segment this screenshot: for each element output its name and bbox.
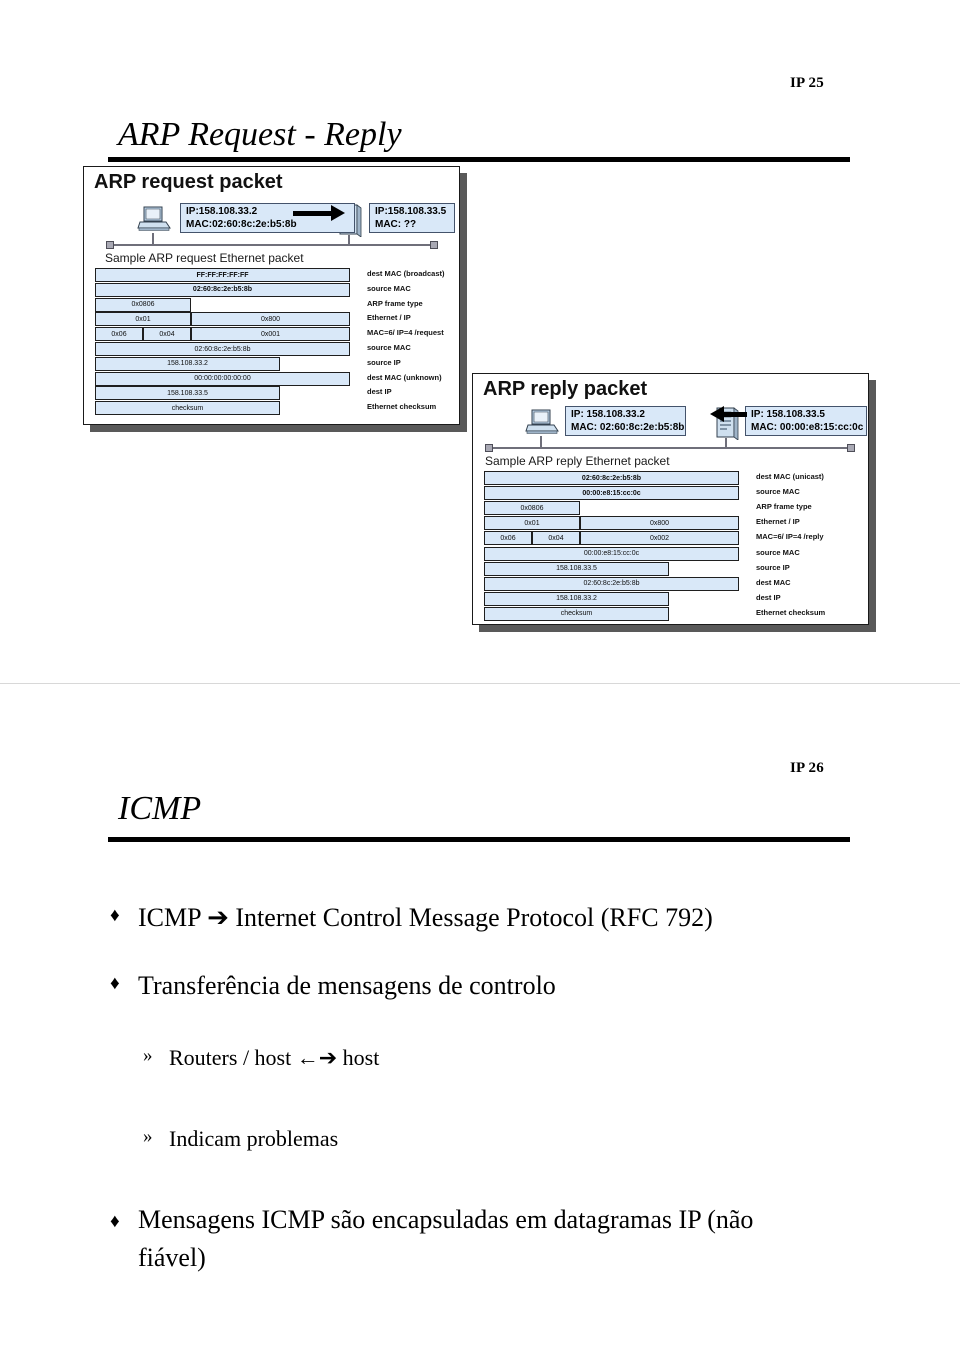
bullet-text: Indicam problemas bbox=[169, 1126, 339, 1151]
bullet-text: ICMP ➔ Internet Control Message Protocol… bbox=[138, 903, 713, 932]
packet-field: 158.108.33.2 bbox=[484, 591, 669, 606]
arp-reply-heading: ARP reply packet bbox=[483, 378, 648, 400]
reply-host-ip: IP: 158.108.33.2 bbox=[571, 409, 645, 420]
packet-field: FF:FF:FF:FF:FF bbox=[95, 268, 350, 282]
packet-field: 0x01 bbox=[95, 312, 191, 327]
slide-arp-request-reply: IP 25 ARP Request - Reply ARP request pa… bbox=[0, 0, 960, 683]
packet-field-annotation: source IP bbox=[367, 357, 401, 367]
packet-field-annotation: dest MAC (unknown) bbox=[367, 372, 442, 382]
request-host-infobox: IP:158.108.33.2 MAC:02:60:8c:2e:b5:8b bbox=[180, 203, 355, 233]
packet-field: 0x04 bbox=[143, 327, 191, 342]
reply-host-mac: MAC: 02:60:8c:2e:b5:8b bbox=[571, 422, 685, 433]
ethernet-bus bbox=[485, 444, 855, 452]
bullet-marker-diamond: ♦ bbox=[110, 905, 120, 926]
packet-field-annotation: dest IP bbox=[756, 592, 781, 602]
packet-field: 158.108.33.2 bbox=[95, 356, 280, 371]
packet-field: 0x06 bbox=[95, 327, 143, 342]
packet-field-annotation: Ethernet / IP bbox=[756, 517, 800, 527]
title-underline bbox=[108, 157, 850, 162]
packet-field-annotation: source MAC bbox=[756, 487, 800, 497]
bullet-marker-guillemet: » bbox=[143, 1045, 153, 1066]
packet-field-annotation: ARP frame type bbox=[756, 502, 812, 512]
packet-field-annotation: ARP frame type bbox=[367, 298, 423, 308]
packet-field-annotation: Ethernet / IP bbox=[367, 313, 411, 323]
request-target-infobox: IP:158.108.33.5 MAC: ?? bbox=[369, 203, 455, 233]
packet-field: 0x01 bbox=[484, 516, 580, 531]
packet-field-annotation: Ethernet checksum bbox=[367, 402, 437, 412]
request-target-ip: IP:158.108.33.5 bbox=[375, 206, 447, 217]
packet-field-annotation: dest MAC (unicast) bbox=[756, 472, 824, 481]
packet-field-annotation: MAC=6/ IP=4 /request bbox=[367, 328, 444, 338]
page-title: ICMP bbox=[118, 790, 202, 827]
page-title: ARP Request - Reply bbox=[118, 116, 402, 153]
packet-field-annotation: MAC=6/ IP=4 /reply bbox=[756, 532, 824, 542]
packet-field: 02:60:8c:2e:b5:8b bbox=[484, 471, 739, 485]
packet-field: 0x04 bbox=[532, 531, 580, 546]
slide-number: IP 26 bbox=[790, 760, 824, 776]
arp-request-heading: ARP request packet bbox=[94, 171, 283, 193]
packet-field-annotation: source MAC bbox=[756, 547, 800, 557]
packet-field: 0x800 bbox=[580, 516, 739, 531]
slide-icmp: IP 26 ICMP ♦ ICMP ➔ Internet Control Mes… bbox=[0, 684, 960, 1367]
bullet-text: Routers / host ←➔ host bbox=[169, 1045, 380, 1070]
packet-field-annotation: Ethernet checksum bbox=[756, 607, 826, 617]
reply-target-infobox: IP: 158.108.33.5 MAC: 00:00:e8:15:cc:0c bbox=[745, 406, 867, 436]
reply-sample-label: Sample ARP reply Ethernet packet bbox=[485, 454, 670, 468]
bullet-marker-guillemet: » bbox=[143, 1126, 153, 1147]
packet-field: 00:00:e8:15:cc:0c bbox=[484, 486, 739, 501]
request-target-mac: MAC: ?? bbox=[375, 219, 417, 230]
reply-target-mac: MAC: 00:00:e8:15:cc:0c bbox=[751, 422, 864, 433]
packet-field: 02:60:8c:2e:b5:8b bbox=[484, 576, 739, 591]
packet-field: checksum bbox=[484, 606, 669, 621]
packet-field-annotation: source IP bbox=[756, 562, 790, 572]
bullet-text: Transferência de mensagens de controlo bbox=[138, 971, 556, 1000]
slide-number: IP 25 bbox=[790, 75, 824, 91]
packet-field: 158.108.33.5 bbox=[95, 386, 280, 401]
reply-target-ip: IP: 158.108.33.5 bbox=[751, 409, 825, 420]
packet-field: 158.108.33.5 bbox=[484, 561, 669, 576]
arp-reply-panel: ARP reply packet IP: 158.108.33.2 MAC: 0… bbox=[472, 373, 869, 625]
reply-host-infobox: IP: 158.108.33.2 MAC: 02:60:8c:2e:b5:8b bbox=[565, 406, 686, 436]
title-underline bbox=[108, 837, 850, 842]
ethernet-bus bbox=[106, 241, 438, 249]
packet-field-annotation: dest MAC bbox=[756, 577, 791, 587]
packet-field: 0x0806 bbox=[484, 501, 580, 516]
packet-field: 0x0806 bbox=[95, 297, 191, 312]
packet-field: 00:00:00:00:00:00 bbox=[95, 371, 350, 386]
packet-field: 0x06 bbox=[484, 531, 532, 546]
packet-field-annotation: source MAC bbox=[367, 343, 411, 352]
bullet-marker-diamond: ♦ bbox=[110, 1211, 120, 1232]
packet-field-annotation: source MAC bbox=[367, 283, 411, 293]
laptop-icon bbox=[137, 206, 171, 231]
packet-field-annotation: dest IP bbox=[367, 387, 392, 397]
packet-field: 00:00:e8:15:cc:0c bbox=[484, 546, 739, 561]
packet-field: 02:60:8c:2e:b5:8b bbox=[95, 282, 350, 297]
packet-field-annotation: dest MAC (broadcast) bbox=[367, 269, 445, 278]
packet-field: 0x001 bbox=[191, 327, 350, 342]
laptop-icon bbox=[525, 409, 559, 434]
arp-request-panel: ARP request packet IP:158.108.33.2 MAC:0… bbox=[83, 166, 460, 425]
packet-field: checksum bbox=[95, 401, 280, 416]
bullet-marker-diamond: ♦ bbox=[110, 973, 120, 994]
packet-field: 0x002 bbox=[580, 531, 739, 546]
request-host-mac: MAC:02:60:8c:2e:b5:8b bbox=[186, 219, 297, 230]
bullet-text: Mensagens ICMP são encapsuladas em datag… bbox=[138, 1205, 754, 1272]
packet-field: 0x800 bbox=[191, 312, 350, 327]
packet-field: 02:60:8c:2e:b5:8b bbox=[95, 342, 350, 356]
request-sample-label: Sample ARP request Ethernet packet bbox=[105, 251, 304, 265]
